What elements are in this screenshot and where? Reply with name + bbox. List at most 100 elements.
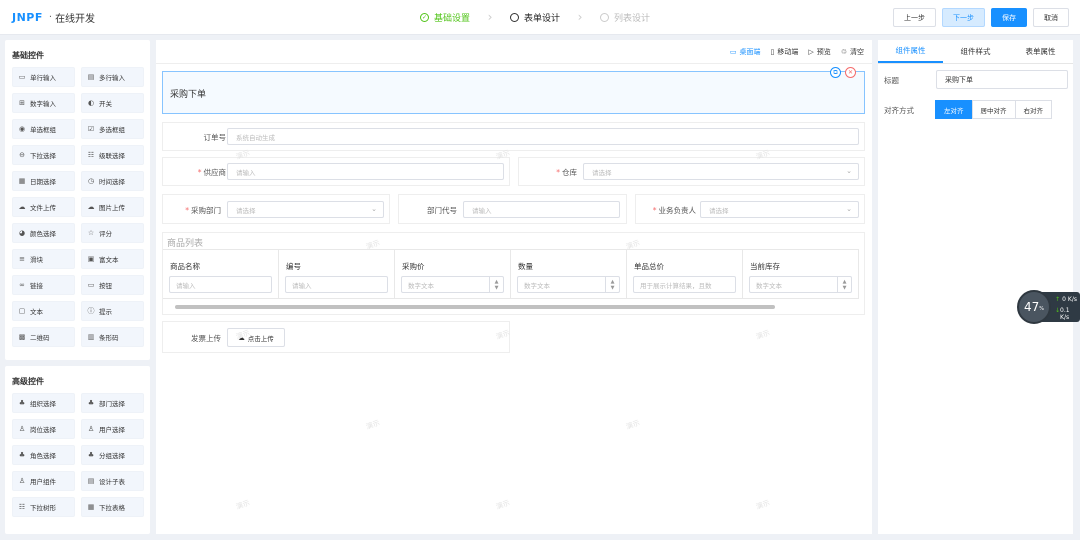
tab-component-style[interactable]: 组件样式 — [943, 40, 1008, 63]
control-label: 组织选择 — [30, 400, 56, 408]
advanced-control-item[interactable]: ♙ 岗位选择 — [12, 419, 75, 439]
advanced-control-item[interactable]: ▤ 设计子表 — [81, 471, 144, 491]
tab-form-props[interactable]: 表单属性 — [1008, 40, 1073, 63]
basic-control-item[interactable]: ≡ 滑块 — [12, 249, 75, 269]
properties-panel: 组件属性 组件样式 表单属性 标题 采购下单 对齐方式 左对齐 居中对齐 右对齐 — [878, 40, 1073, 534]
owner-row[interactable]: * 业务负责人 请选择 ⌄ — [635, 194, 865, 224]
basic-control-item[interactable]: ▭ 按钮 — [81, 275, 144, 295]
control-label: 滑块 — [30, 256, 43, 264]
desktop-view-button[interactable]: ▭ 桌面端 — [730, 47, 761, 57]
next-step-button[interactable]: 下一步 — [942, 8, 985, 27]
clear-button[interactable]: ♲ 清空 — [841, 47, 864, 57]
selected-title-component[interactable]: 采购下单 ⧉ ✕ — [162, 67, 865, 114]
organization-icon: ♣ — [18, 399, 26, 407]
basic-control-item[interactable]: ⊞ 数字输入 — [12, 93, 75, 113]
number-stepper-icon[interactable]: ▲ ▼ — [489, 277, 503, 292]
copy-icon[interactable]: ⧉ — [830, 67, 841, 78]
warehouse-placeholder: 请选择 — [592, 168, 612, 177]
column-input[interactable]: 数字文本 ▲ ▼ — [749, 276, 852, 293]
basic-control-item[interactable]: ☑ 多选框组 — [81, 119, 144, 139]
basic-control-item[interactable]: ☷ 级联选择 — [81, 145, 144, 165]
chevron-down-icon: ⌄ — [846, 167, 852, 175]
qrcode-icon: ▩ — [18, 333, 26, 341]
multi-line-input-icon: ▤ — [87, 73, 95, 81]
align-center-option[interactable]: 居中对齐 — [971, 100, 1016, 119]
brand-logo: JNPF — [12, 11, 43, 24]
basic-control-item[interactable]: ☆ 评分 — [81, 223, 144, 243]
column-input[interactable]: 用于展示计算结果，且数 — [633, 276, 736, 293]
align-right-option[interactable]: 右对齐 — [1014, 100, 1052, 119]
required-mark: * — [556, 168, 560, 177]
basic-control-item[interactable]: ⊖ 下拉选择 — [12, 145, 75, 165]
dept-code-row[interactable]: 部门代号 请输入 — [398, 194, 627, 224]
select-icon: ⊖ — [19, 151, 25, 159]
product-table[interactable]: 商品列表 商品名称 请输入 编号 请输入 采购价 数字文本 ▲ ▼ 数量 数字文本 ▲ ▼ 单品总价 用于… — [162, 232, 865, 315]
column-input[interactable]: 数字文本 ▲ ▼ — [401, 276, 504, 293]
tab-component-props[interactable]: 组件属性 — [878, 40, 943, 63]
basic-control-item[interactable]: ▤ 多行输入 — [81, 67, 144, 87]
column-input[interactable]: 数字文本 ▲ ▼ — [517, 276, 620, 293]
warehouse-row[interactable]: * 仓库 请选择 ⌄ — [518, 157, 865, 186]
column-input-placeholder: 数字文本 — [756, 281, 782, 290]
order-no-row[interactable]: 订单号 系统自动生成 — [162, 122, 865, 151]
basic-control-item[interactable]: ☁ 图片上传 — [81, 197, 144, 217]
step-basic-settings[interactable]: ✓ 基础设置 — [420, 11, 470, 24]
title-prop-input[interactable]: 采购下单 — [936, 70, 1068, 89]
purchase-dept-row[interactable]: * 采购部门 请选择 ⌄ — [162, 194, 390, 224]
prev-step-button[interactable]: 上一步 — [893, 8, 936, 27]
warehouse-select[interactable]: 请选择 ⌄ — [583, 163, 859, 180]
basic-control-item[interactable]: ◕ 颜色选择 — [12, 223, 75, 243]
step-label: 表单设计 — [524, 13, 561, 24]
control-label: 下拉选择 — [30, 152, 56, 160]
advanced-control-item[interactable]: ☷ 下拉树形 — [12, 497, 75, 517]
cancel-button[interactable]: 取消 — [1033, 8, 1069, 27]
control-label: 二维码 — [30, 334, 50, 342]
purchase-dept-select[interactable]: 请选择 ⌄ — [227, 201, 384, 218]
basic-control-item[interactable]: ▭ 单行输入 — [12, 67, 75, 87]
advanced-control-item[interactable]: ▦ 下拉表格 — [81, 497, 144, 517]
advanced-control-item[interactable]: ♙ 用户选择 — [81, 419, 144, 439]
network-speed-widget[interactable]: 47% ↑ 0 K/s ↓ 0.1 K/s — [1017, 290, 1080, 324]
basic-control-item[interactable]: ▩ 二维码 — [12, 327, 75, 347]
table-horizontal-scrollbar[interactable] — [175, 305, 775, 309]
advanced-control-item[interactable]: ♣ 部门选择 — [81, 393, 144, 413]
number-stepper-icon[interactable]: ▲ ▼ — [837, 277, 851, 292]
advanced-control-item[interactable]: ♙ 用户组件 — [12, 471, 75, 491]
column-input-placeholder: 用于展示计算结果，且数 — [640, 281, 712, 290]
dept-code-input[interactable]: 请输入 — [463, 201, 620, 218]
properties-tabs: 组件属性 组件样式 表单属性 — [878, 40, 1073, 64]
basic-control-item[interactable]: ▥ 条形码 — [81, 327, 144, 347]
owner-select[interactable]: 请选择 ⌄ — [700, 201, 859, 218]
advanced-control-item[interactable]: ♣ 角色选择 — [12, 445, 75, 465]
step-form-design[interactable]: 表单设计 — [510, 11, 560, 24]
basic-control-item[interactable]: ∞ 链接 — [12, 275, 75, 295]
invoice-upload-row[interactable]: 发票上传 ☁ 点击上传 — [162, 321, 510, 353]
save-button[interactable]: 保存 — [991, 8, 1027, 27]
basic-control-item[interactable]: ▦ 日期选择 — [12, 171, 75, 191]
advanced-control-item[interactable]: ♣ 分组选择 — [81, 445, 144, 465]
supplier-row[interactable]: * 供应商 请输入 — [162, 157, 510, 186]
column-input[interactable]: 请输入 — [285, 276, 388, 293]
basic-control-item[interactable]: ☁ 文件上传 — [12, 197, 75, 217]
chevron-right-icon: › — [577, 10, 583, 24]
basic-control-item[interactable]: ▣ 富文本 — [81, 249, 144, 269]
preview-button[interactable]: ▷ 预览 — [808, 47, 830, 57]
basic-control-item[interactable]: ▢ 文本 — [12, 301, 75, 321]
align-left-option[interactable]: 左对齐 — [935, 100, 973, 119]
basic-control-item[interactable]: ⓘ 提示 — [81, 301, 144, 321]
mobile-view-button[interactable]: ▯ 移动端 — [770, 47, 798, 57]
number-stepper-icon[interactable]: ▲ ▼ — [605, 277, 619, 292]
basic-control-item[interactable]: ◉ 单选框组 — [12, 119, 75, 139]
supplier-input[interactable]: 请输入 — [227, 163, 504, 180]
basic-control-item[interactable]: ◐ 开关 — [81, 93, 144, 113]
control-label: 下拉表格 — [99, 504, 125, 512]
monitor-icon: ▭ — [729, 48, 737, 56]
step-list-design[interactable]: 列表设计 — [600, 11, 650, 24]
advanced-control-item[interactable]: ♣ 组织选择 — [12, 393, 75, 413]
column-header: 当前库存 — [750, 262, 780, 271]
basic-control-item[interactable]: ◷ 时间选择 — [81, 171, 144, 191]
order-no-input[interactable]: 系统自动生成 — [227, 128, 859, 145]
mobile-label: 移动端 — [777, 48, 799, 56]
column-input[interactable]: 请输入 — [169, 276, 272, 293]
delete-icon[interactable]: ✕ — [845, 67, 856, 78]
